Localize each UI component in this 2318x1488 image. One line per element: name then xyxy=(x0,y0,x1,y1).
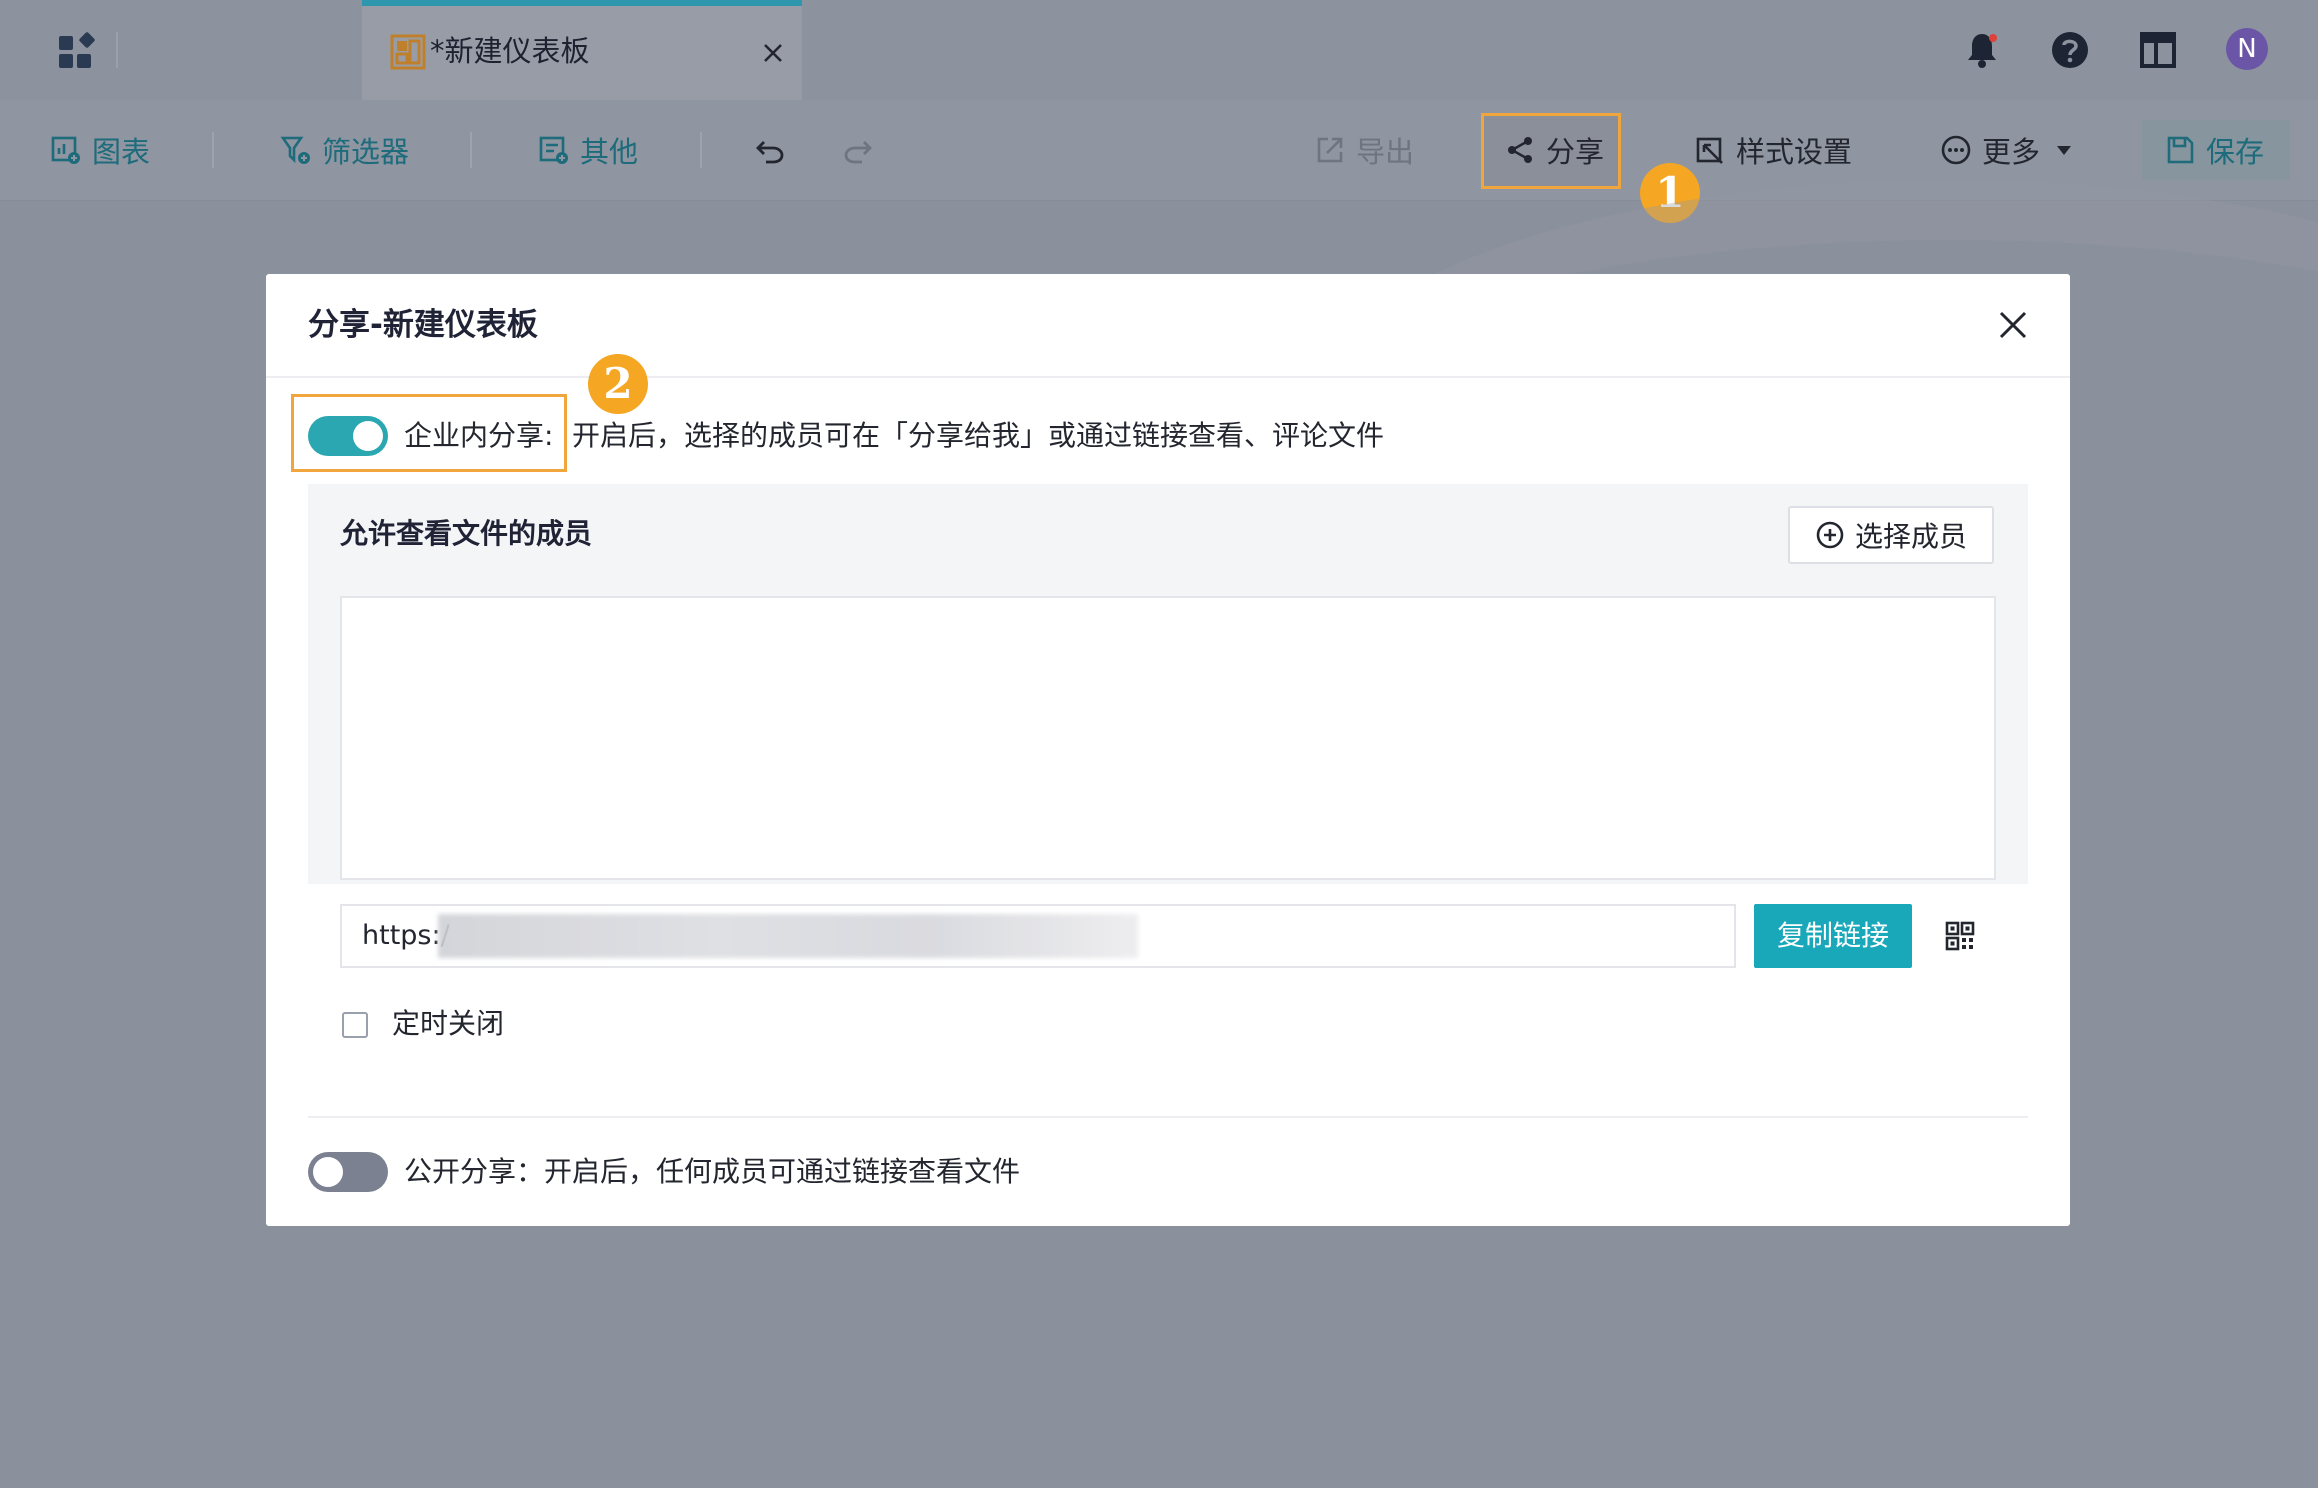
timed-close-checkbox[interactable] xyxy=(342,1012,368,1038)
export-button[interactable]: 导出 xyxy=(1314,128,1414,172)
toggle-knob xyxy=(313,1157,343,1187)
share-dialog: 分享-新建仪表板 2 企业内分享: 开启后，选择的成员可在「分享给我」或通过链接… xyxy=(266,274,2070,1226)
timed-close-label: 定时关闭 xyxy=(392,1007,505,1040)
divider xyxy=(700,132,702,168)
more-label: 更多 xyxy=(1982,135,2041,169)
divider xyxy=(470,132,472,168)
style-settings-label: 样式设置 xyxy=(1736,135,1853,169)
dialog-header: 分享-新建仪表板 xyxy=(266,274,2070,378)
share-link-prefix: https:/ xyxy=(362,920,450,951)
export-icon xyxy=(1317,137,1343,163)
share-link-field[interactable]: https:/ xyxy=(340,904,1736,968)
select-members-label: 选择成员 xyxy=(1854,520,1967,553)
close-icon[interactable] xyxy=(1996,308,2030,342)
public-share-text: 公开分享：开启后，任何成员可通过链接查看文件 xyxy=(404,1155,1021,1188)
other-button[interactable]: 其他 xyxy=(538,128,638,172)
divider xyxy=(212,132,214,168)
internal-share-toggle[interactable] xyxy=(308,416,388,456)
save-label: 保存 xyxy=(2206,135,2265,169)
dashboard-icon xyxy=(390,34,426,70)
divider xyxy=(308,1116,2028,1118)
style-brush-icon xyxy=(1696,137,1723,164)
style-settings-button[interactable]: 样式设置 xyxy=(1694,128,1852,172)
filter-label: 筛选器 xyxy=(322,135,410,169)
select-members-button[interactable]: 选择成员 xyxy=(1788,506,1994,564)
apps-grid-icon[interactable] xyxy=(55,30,99,74)
redo-icon xyxy=(844,141,872,164)
internal-share-description: 开启后，选择的成员可在「分享给我」或通过链接查看、评论文件 xyxy=(572,419,1385,452)
share-button[interactable]: 分享 xyxy=(1504,128,1604,172)
export-label: 导出 xyxy=(1356,135,1415,169)
undo-button[interactable] xyxy=(754,128,796,172)
redacted-link xyxy=(438,914,1138,958)
other-label: 其他 xyxy=(580,135,639,169)
tab-dashboard[interactable]: *新建仪表板 xyxy=(362,0,802,100)
divider xyxy=(116,32,118,68)
save-button[interactable]: 保存 xyxy=(2164,128,2264,172)
save-icon xyxy=(2167,136,2194,164)
qr-code-icon[interactable] xyxy=(1944,920,1976,952)
chart-add-icon xyxy=(51,136,80,164)
layout-icon[interactable] xyxy=(2136,28,2180,72)
filter-button[interactable]: 筛选器 xyxy=(280,128,409,172)
widget-add-icon xyxy=(539,136,568,164)
redo-button[interactable] xyxy=(842,128,884,172)
toggle-knob xyxy=(353,421,383,451)
bell-icon[interactable] xyxy=(1960,28,2004,72)
chart-label: 图表 xyxy=(92,135,151,169)
member-list[interactable] xyxy=(340,596,1996,880)
more-icon xyxy=(1941,135,1971,165)
help-icon[interactable] xyxy=(2048,28,2092,72)
filter-add-icon xyxy=(280,136,310,164)
public-share-toggle[interactable] xyxy=(308,1152,388,1192)
undo-icon xyxy=(756,141,784,164)
chart-button[interactable]: 图表 xyxy=(50,128,150,172)
add-circle-icon xyxy=(1816,521,1844,549)
members-title: 允许查看文件的成员 xyxy=(340,517,593,550)
tab-title: *新建仪表板 xyxy=(430,34,590,68)
more-menu[interactable]: 更多 xyxy=(1940,128,2074,172)
close-icon[interactable] xyxy=(758,38,788,68)
share-label: 分享 xyxy=(1546,135,1605,169)
members-panel: 允许查看文件的成员 选择成员 https:/ 复制链接 定时关闭 xyxy=(308,484,2028,1040)
internal-share-label: 企业内分享: xyxy=(404,419,554,452)
step-badge-2: 2 xyxy=(588,354,648,414)
dialog-title: 分享-新建仪表板 xyxy=(308,307,538,343)
caret-down-icon xyxy=(2057,146,2072,155)
share-icon xyxy=(1508,137,1532,163)
copy-link-button[interactable]: 复制链接 xyxy=(1754,904,1912,968)
top-tab-bar: *新建仪表板 N xyxy=(0,0,2318,100)
avatar[interactable]: N xyxy=(2226,28,2268,70)
